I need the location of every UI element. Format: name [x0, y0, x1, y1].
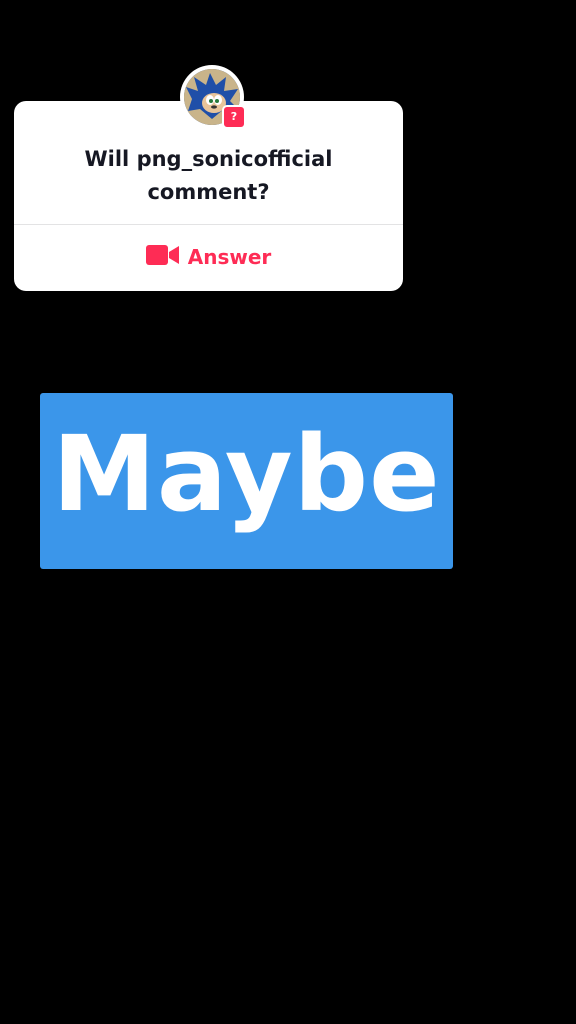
caption-box: Maybe: [40, 393, 453, 569]
answer-label: Answer: [187, 245, 272, 269]
avatar-frame: ?: [180, 65, 246, 129]
divider: [14, 224, 403, 225]
question-badge-icon: ?: [222, 105, 246, 129]
question-text: Will png_sonicofficial comment?: [84, 147, 333, 204]
video-camera-icon: [145, 244, 180, 270]
qa-question-card: ? Will png_sonicofficial comment? Answer: [14, 65, 403, 291]
caption-text: Maybe: [52, 413, 441, 535]
answer-button[interactable]: Answer: [14, 240, 403, 274]
